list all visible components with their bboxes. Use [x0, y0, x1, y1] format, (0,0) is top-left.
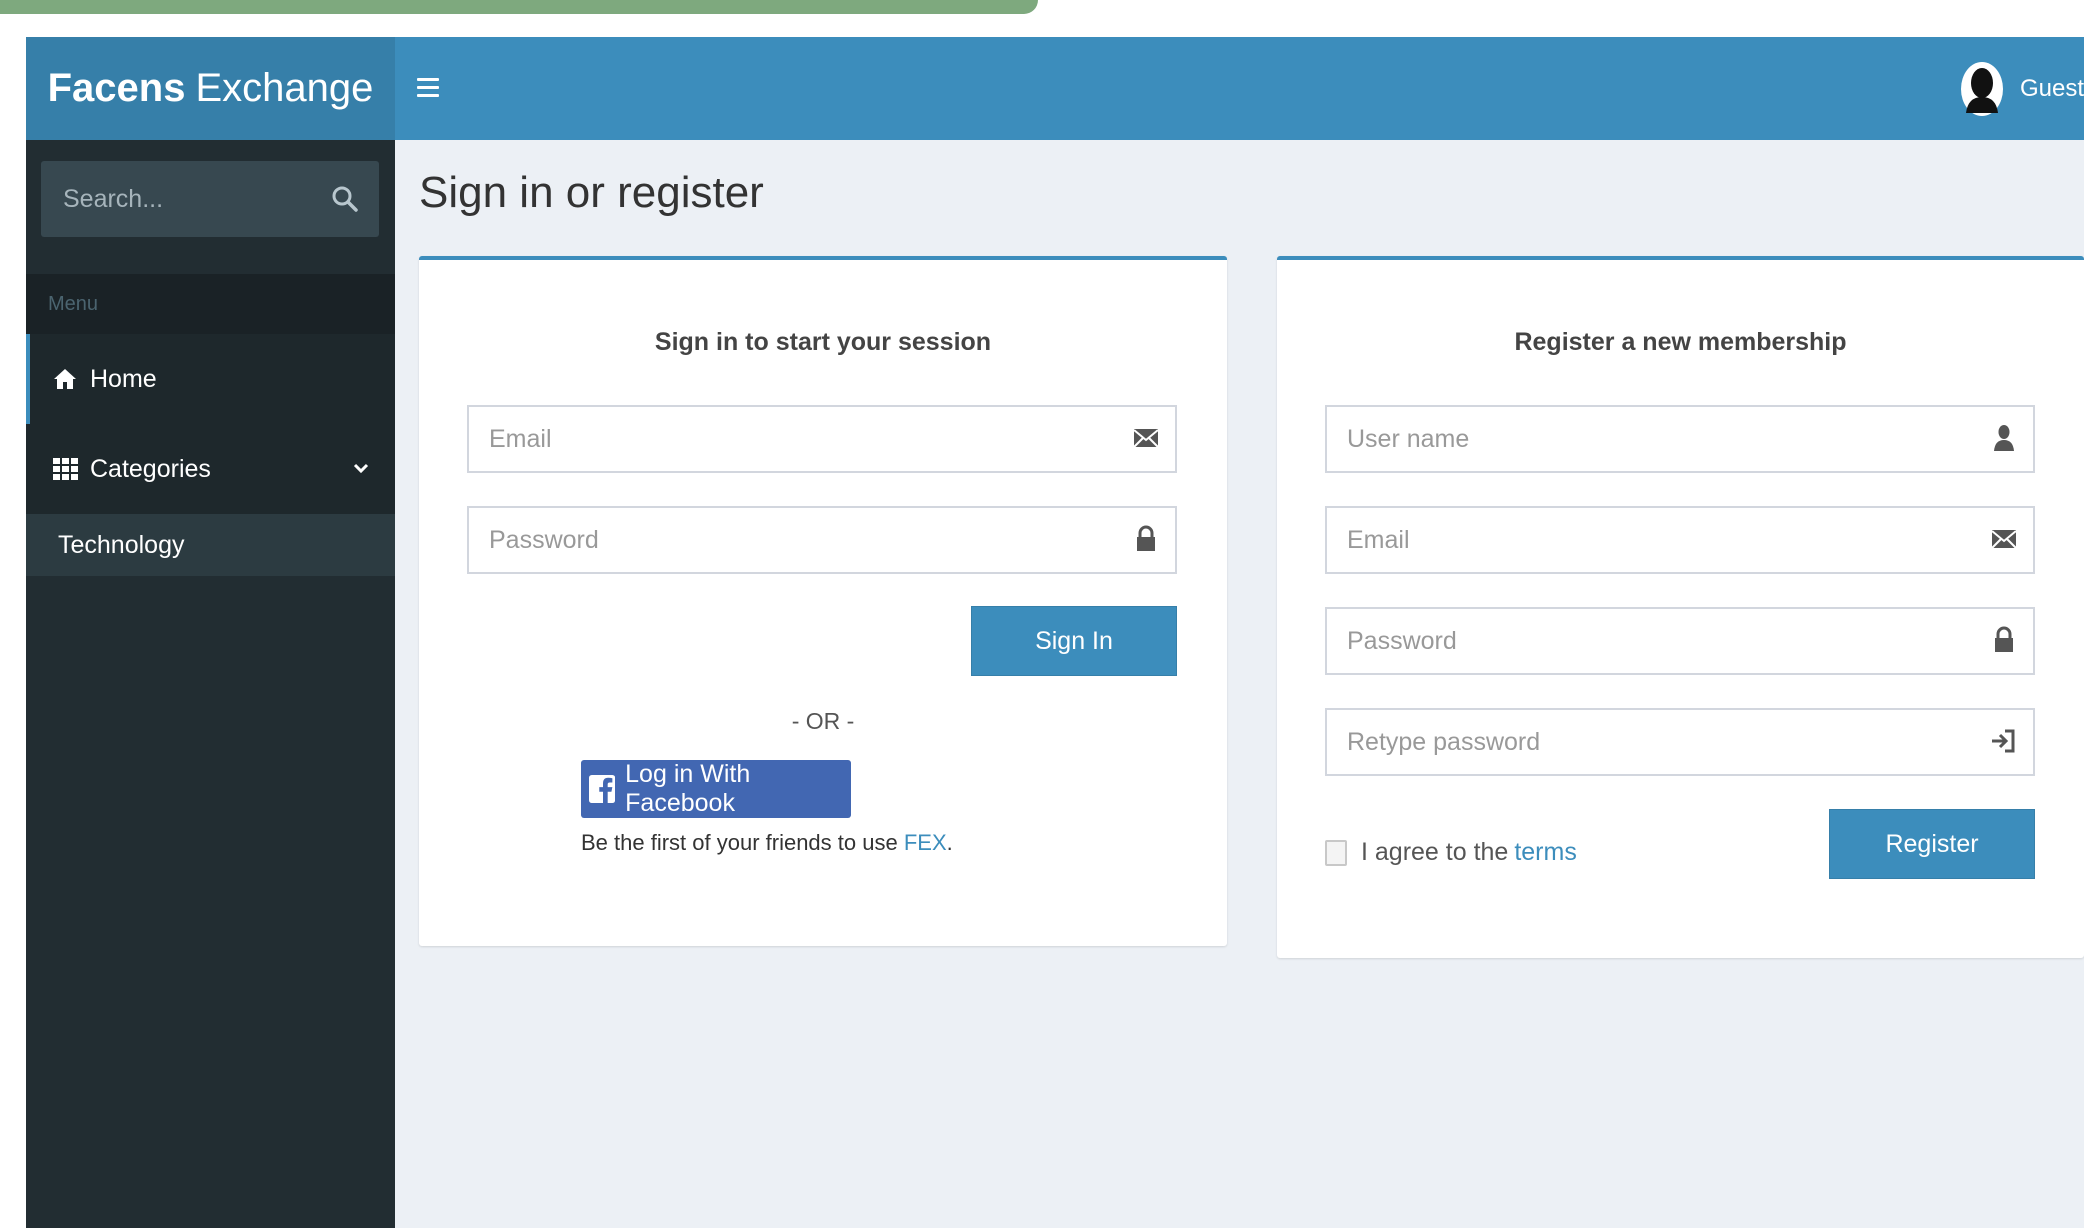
register-box-title: Register a new membership — [1514, 328, 1847, 356]
register-email-input[interactable] — [1327, 508, 1967, 572]
sidebar-toggle-icon[interactable] — [417, 71, 439, 103]
facebook-login-label: Log in With Facebook — [625, 760, 751, 817]
envelope-icon — [1991, 530, 2017, 549]
user-menu[interactable]: Guest — [1960, 61, 2084, 117]
page-title: Sign in or register — [419, 168, 764, 217]
brand-light: Exchange — [195, 66, 374, 110]
or-separator: - OR - — [791, 708, 855, 734]
login-box: Sign in to start your session Sign In - … — [419, 256, 1227, 946]
menu-header: Menu — [26, 274, 395, 334]
login-box-title: Sign in to start your session — [654, 328, 992, 356]
facebook-icon — [589, 774, 616, 804]
brand-logo[interactable]: Facens Exchange — [26, 37, 395, 140]
register-username-field — [1325, 405, 2035, 473]
facebook-login-button[interactable]: Log in With Facebook — [581, 760, 851, 818]
search-input[interactable] — [41, 161, 323, 237]
main-content: Sign in or register Sign in to start you… — [395, 140, 2084, 1228]
home-icon — [54, 369, 76, 389]
facebook-note-text: Be the first of your friends to use — [581, 830, 904, 855]
grid-icon — [53, 458, 78, 480]
sidebar-item-label: Categories — [90, 454, 211, 483]
register-password-input[interactable] — [1327, 609, 1967, 673]
register-retype-input[interactable] — [1327, 710, 1967, 774]
fex-link[interactable]: FEX — [904, 830, 947, 855]
login-email-input[interactable] — [469, 407, 1109, 471]
lock-icon — [1995, 626, 2013, 652]
register-box: Register a new membership User name Emai… — [1277, 256, 2084, 958]
top-navbar: Guest — [395, 37, 2084, 140]
user-name: Guest — [2019, 75, 2084, 102]
sign-in-button[interactable]: Sign In — [971, 606, 1177, 676]
lock-icon — [1137, 525, 1155, 551]
register-email-field — [1325, 506, 2035, 574]
log-in-icon — [1992, 729, 2015, 753]
terms-agreement: I agree to the terms — [1325, 838, 1577, 867]
register-password-field — [1325, 607, 2035, 675]
user-avatar-icon — [1960, 62, 2003, 116]
terms-link[interactable]: terms — [1514, 838, 1577, 867]
register-username-input[interactable] — [1327, 407, 1967, 471]
login-password-field — [467, 506, 1177, 574]
register-button[interactable]: Register — [1829, 809, 2035, 879]
top-accent-strip — [0, 0, 1038, 14]
chevron-down-icon[interactable] — [353, 460, 369, 476]
sidebar-item-home[interactable]: Home — [26, 334, 395, 424]
user-icon — [1994, 425, 2014, 451]
search-icon[interactable] — [331, 185, 359, 213]
terms-checkbox[interactable] — [1325, 839, 1347, 866]
sidebar-search — [41, 161, 379, 237]
sidebar-item-label: Home — [90, 364, 157, 393]
register-retype-field — [1325, 708, 2035, 776]
brand-bold: Facens — [47, 66, 186, 110]
envelope-icon — [1133, 429, 1159, 448]
facebook-note: Be the first of your friends to use FEX. — [581, 830, 953, 856]
sidebar: Menu Home Categories Technology — [26, 140, 395, 1228]
sidebar-subitem-technology[interactable]: Technology — [26, 514, 395, 576]
facebook-note-end: . — [946, 830, 953, 855]
agree-text: I agree to the — [1361, 838, 1509, 866]
sidebar-item-categories[interactable]: Categories — [26, 424, 395, 514]
login-email-field — [467, 405, 1177, 473]
login-password-input[interactable] — [469, 508, 1109, 572]
